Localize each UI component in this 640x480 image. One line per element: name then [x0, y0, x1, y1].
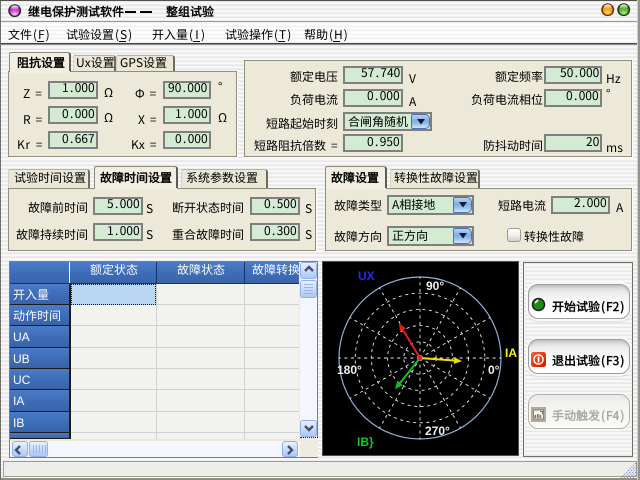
svg-text:90°: 90° [426, 279, 444, 293]
svg-text:IB}: IB} [357, 435, 374, 449]
svg-text:270°: 270° [425, 424, 450, 438]
svg-text:0°: 0° [488, 363, 500, 377]
svg-text:IA: IA [505, 346, 517, 360]
svg-text:180°: 180° [337, 363, 362, 377]
svg-text:UX: UX [358, 269, 375, 283]
